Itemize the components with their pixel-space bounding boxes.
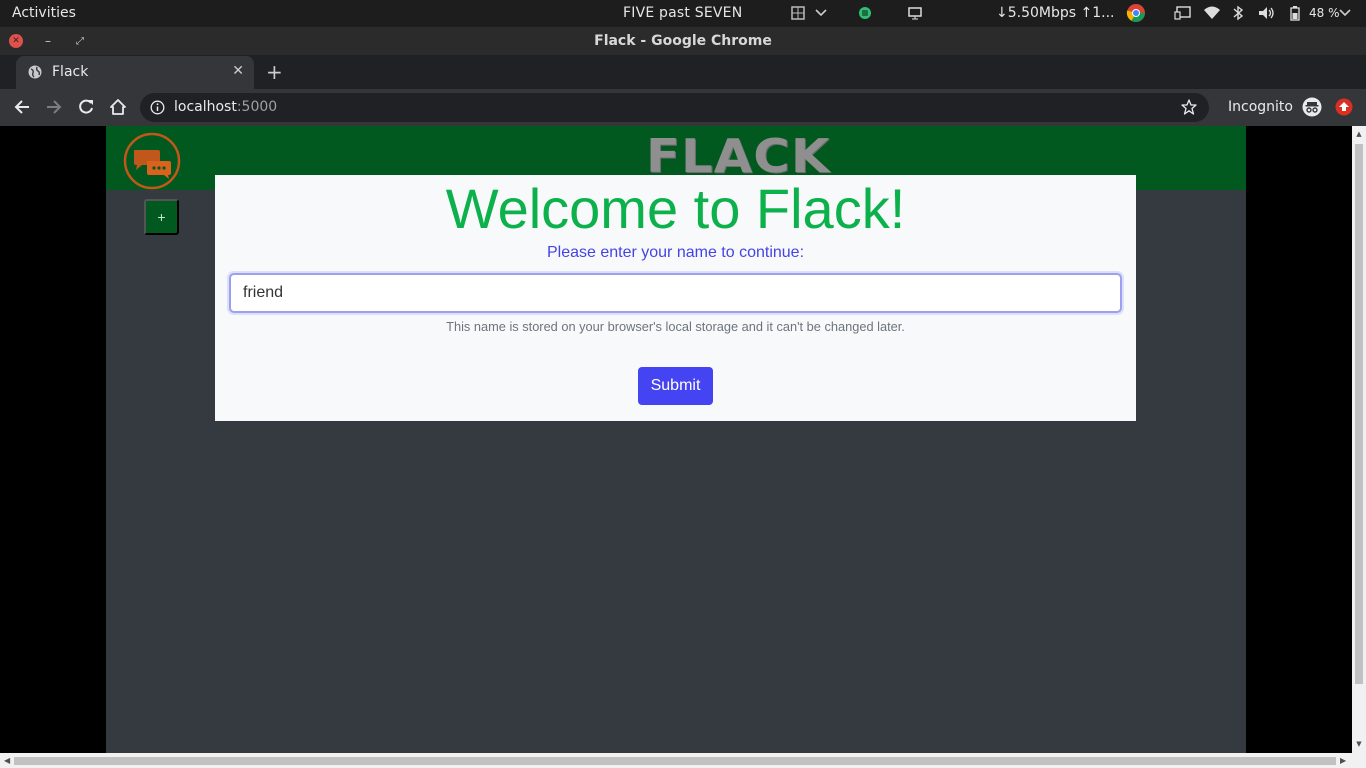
vertical-scrollbar[interactable]: ▲ ▼	[1352, 126, 1366, 753]
display-icon[interactable]	[907, 4, 923, 22]
wifi-icon[interactable]	[1203, 4, 1221, 22]
clock[interactable]: FIVE past SEVEN	[623, 5, 742, 21]
window-title-bar: ✕ – ⤢ Flack - Google Chrome	[0, 27, 1366, 55]
power-menu-chevron-icon[interactable]	[1339, 4, 1351, 22]
workspace-indicator-icon[interactable]	[789, 4, 807, 22]
scroll-left-icon[interactable]: ◀	[4, 756, 10, 765]
star-icon[interactable]	[1181, 99, 1197, 115]
home-icon[interactable]	[108, 97, 128, 117]
battery-icon[interactable]	[1289, 4, 1301, 22]
system-top-bar: Activities FIVE past SEVEN ↓5.50Mbps ↑1.…	[0, 0, 1366, 27]
name-prompt: Please enter your name to continue:	[546, 244, 805, 261]
tab-flack[interactable]: Flack ✕	[16, 56, 254, 89]
cast-icon[interactable]	[1174, 4, 1192, 22]
forward-arrow-icon[interactable]	[44, 97, 64, 117]
volume-icon[interactable]	[1258, 4, 1276, 22]
chat-bubbles-icon	[123, 132, 181, 190]
vertical-scroll-thumb[interactable]	[1355, 144, 1363, 684]
status-green-icon[interactable]	[858, 4, 872, 22]
welcome-modal: Welcome to Flack! Please enter your name…	[215, 175, 1136, 421]
scroll-down-icon[interactable]: ▼	[1355, 740, 1363, 748]
name-input[interactable]	[229, 273, 1122, 313]
url-port: :5000	[236, 99, 278, 115]
add-channel-button[interactable]: +	[144, 199, 179, 235]
horizontal-scroll-thumb[interactable]	[14, 757, 1336, 765]
reload-icon[interactable]	[76, 97, 96, 117]
chrome-icon[interactable]	[1126, 4, 1146, 22]
browser-toolbar: localhost:5000 Incognito	[0, 89, 1366, 126]
tab-close-icon[interactable]: ✕	[232, 63, 244, 79]
info-icon[interactable]	[150, 100, 165, 115]
incognito-icon[interactable]	[1302, 97, 1322, 117]
bluetooth-icon[interactable]	[1232, 4, 1244, 22]
page-viewport: FLACK + Welcome to Flack! Please enter y…	[0, 126, 1352, 753]
submit-button[interactable]: Submit	[638, 367, 713, 405]
horizontal-scrollbar[interactable]: ◀ ▶	[0, 753, 1366, 768]
storage-hint: This name is stored on your browser's lo…	[446, 319, 905, 334]
chevron-down-icon[interactable]	[815, 4, 827, 22]
window-title: Flack - Google Chrome	[594, 33, 772, 49]
activities-button[interactable]: Activities	[12, 5, 76, 21]
battery-percentage[interactable]: 48 %	[1309, 6, 1340, 20]
url-text: localhost:5000	[174, 99, 277, 115]
globe-icon	[28, 65, 42, 79]
address-bar[interactable]: localhost:5000	[140, 93, 1209, 122]
back-arrow-icon[interactable]	[12, 97, 32, 117]
tab-title: Flack	[52, 64, 89, 80]
tab-strip: Flack ✕ +	[0, 55, 1366, 89]
welcome-heading: Welcome to Flack!	[445, 177, 906, 240]
new-tab-button[interactable]: +	[266, 60, 283, 84]
scroll-right-icon[interactable]: ▶	[1340, 756, 1346, 765]
update-icon[interactable]	[1334, 97, 1354, 117]
flack-app: FLACK + Welcome to Flack! Please enter y…	[106, 126, 1246, 753]
incognito-label[interactable]: Incognito	[1228, 99, 1293, 115]
url-host: localhost	[174, 99, 237, 115]
network-speed[interactable]: ↓5.50Mbps ↑1...	[996, 5, 1115, 21]
scroll-up-icon[interactable]: ▲	[1355, 130, 1363, 138]
